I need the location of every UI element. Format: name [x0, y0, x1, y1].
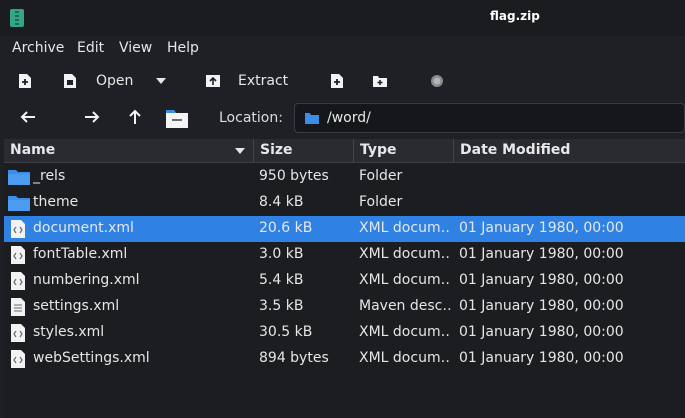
menu-view[interactable]: View [119, 40, 152, 56]
file-type: Folder [359, 168, 403, 184]
file-type: XML docum… [359, 246, 451, 262]
menu-help[interactable]: Help [167, 40, 199, 56]
file-size: 20.6 kB [259, 220, 313, 236]
home-folder-button[interactable] [165, 107, 189, 133]
sort-descending-icon [235, 148, 245, 154]
file-date: 01 January 1980, 00:00 [459, 246, 624, 262]
table-row[interactable]: fontTable.xml 3.0 kB XML docum… 01 January … [4, 242, 685, 268]
file-name: _rels [33, 168, 66, 184]
menu-archive[interactable]: Archive [12, 40, 64, 56]
file-date: 01 January 1980, 00:00 [459, 350, 624, 366]
open-dropdown-button[interactable] [156, 66, 172, 96]
table-row[interactable]: document.xml 20.6 kB XML docum… 01 January … [4, 216, 685, 242]
location-field[interactable]: /word/ [294, 103, 685, 133]
arrow-left-icon [20, 111, 35, 123]
column-header-size[interactable]: Size [254, 139, 354, 163]
open-button[interactable]: Open [62, 66, 152, 96]
table-row[interactable]: theme 8.4 kB Folder [4, 190, 685, 216]
column-name-label: Name [10, 142, 56, 158]
file-date: 01 January 1980, 00:00 [459, 324, 624, 340]
folder-home-icon [166, 110, 188, 128]
file-name: settings.xml [33, 298, 120, 314]
menu-bar: Archive Edit View Help [0, 36, 685, 62]
file-size: 30.5 kB [259, 324, 313, 340]
new-file-icon [19, 74, 31, 88]
table-row[interactable]: settings.xml 3.5 kB Maven desc… 01 January … [4, 294, 685, 320]
file-type: Maven desc… [359, 298, 451, 314]
extract-icon [206, 75, 220, 87]
xml-file-icon [11, 246, 25, 264]
column-header-date[interactable]: Date Modified [454, 139, 685, 163]
extract-button[interactable]: Extract [205, 66, 295, 96]
table-row[interactable]: numbering.xml 5.4 kB XML docum… 01 January … [4, 268, 685, 294]
new-archive-button[interactable] [18, 66, 42, 96]
file-size: 5.4 kB [259, 272, 304, 288]
table-row[interactable]: _rels 950 bytes Folder [4, 164, 685, 190]
xml-file-icon [11, 350, 25, 368]
folder-icon [305, 113, 319, 124]
file-list: Name Size Type Date Modified _rels 950 by… [4, 139, 685, 418]
forward-button[interactable] [84, 110, 100, 128]
open-file-icon [64, 74, 76, 88]
window-title: flag.zip [490, 9, 540, 23]
table-row[interactable]: styles.xml 30.5 kB XML docum… 01 January 19… [4, 320, 685, 346]
location-label: Location: [219, 110, 283, 126]
file-name: styles.xml [33, 324, 105, 340]
open-label: Open [96, 73, 134, 89]
menu-edit[interactable]: Edit [77, 40, 104, 56]
stop-icon [431, 75, 443, 87]
add-file-icon [331, 74, 343, 88]
table-row[interactable]: webSettings.xml 894 bytes XML docum… 01 Jan… [4, 346, 685, 372]
file-name: theme [33, 194, 79, 210]
extract-label: Extract [238, 73, 289, 89]
file-type: XML docum… [359, 220, 451, 236]
up-button[interactable] [128, 109, 142, 129]
file-type: XML docum… [359, 350, 451, 366]
xml-file-icon [11, 272, 25, 290]
file-date: 01 January 1980, 00:00 [459, 298, 624, 314]
file-size: 8.4 kB [259, 194, 304, 210]
toolbar: Open Extract [0, 66, 685, 98]
xml-file-icon [11, 220, 25, 238]
file-name: fontTable.xml [33, 246, 128, 262]
file-name: numbering.xml [33, 272, 140, 288]
arrow-up-icon [129, 109, 141, 124]
file-date: 01 January 1980, 00:00 [459, 272, 624, 288]
title-bar: flag.zip [0, 0, 685, 36]
file-size: 950 bytes [259, 168, 329, 184]
location-path: /word/ [327, 110, 371, 126]
file-type: XML docum… [359, 272, 451, 288]
text-file-icon [11, 298, 25, 316]
file-type: Folder [359, 194, 403, 210]
file-size: 3.0 kB [259, 246, 304, 262]
column-header-type[interactable]: Type [354, 139, 454, 163]
add-folder-icon [373, 76, 387, 87]
add-folder-button[interactable] [372, 66, 392, 96]
file-type: XML docum… [359, 324, 451, 340]
stop-button[interactable] [430, 66, 450, 96]
file-size: 3.5 kB [259, 298, 304, 314]
table-header: Name Size Type Date Modified [4, 139, 685, 163]
file-date: 01 January 1980, 00:00 [459, 220, 624, 236]
folder-icon [8, 196, 30, 211]
arrow-right-icon [85, 111, 100, 123]
back-button[interactable] [20, 110, 36, 128]
xml-file-icon [11, 324, 25, 342]
file-name: webSettings.xml [33, 350, 150, 366]
chevron-down-icon [156, 78, 166, 84]
file-name: document.xml [33, 220, 134, 236]
add-files-button[interactable] [330, 66, 350, 96]
file-size: 894 bytes [259, 350, 329, 366]
folder-icon [8, 170, 30, 185]
column-header-name[interactable]: Name [4, 139, 254, 163]
